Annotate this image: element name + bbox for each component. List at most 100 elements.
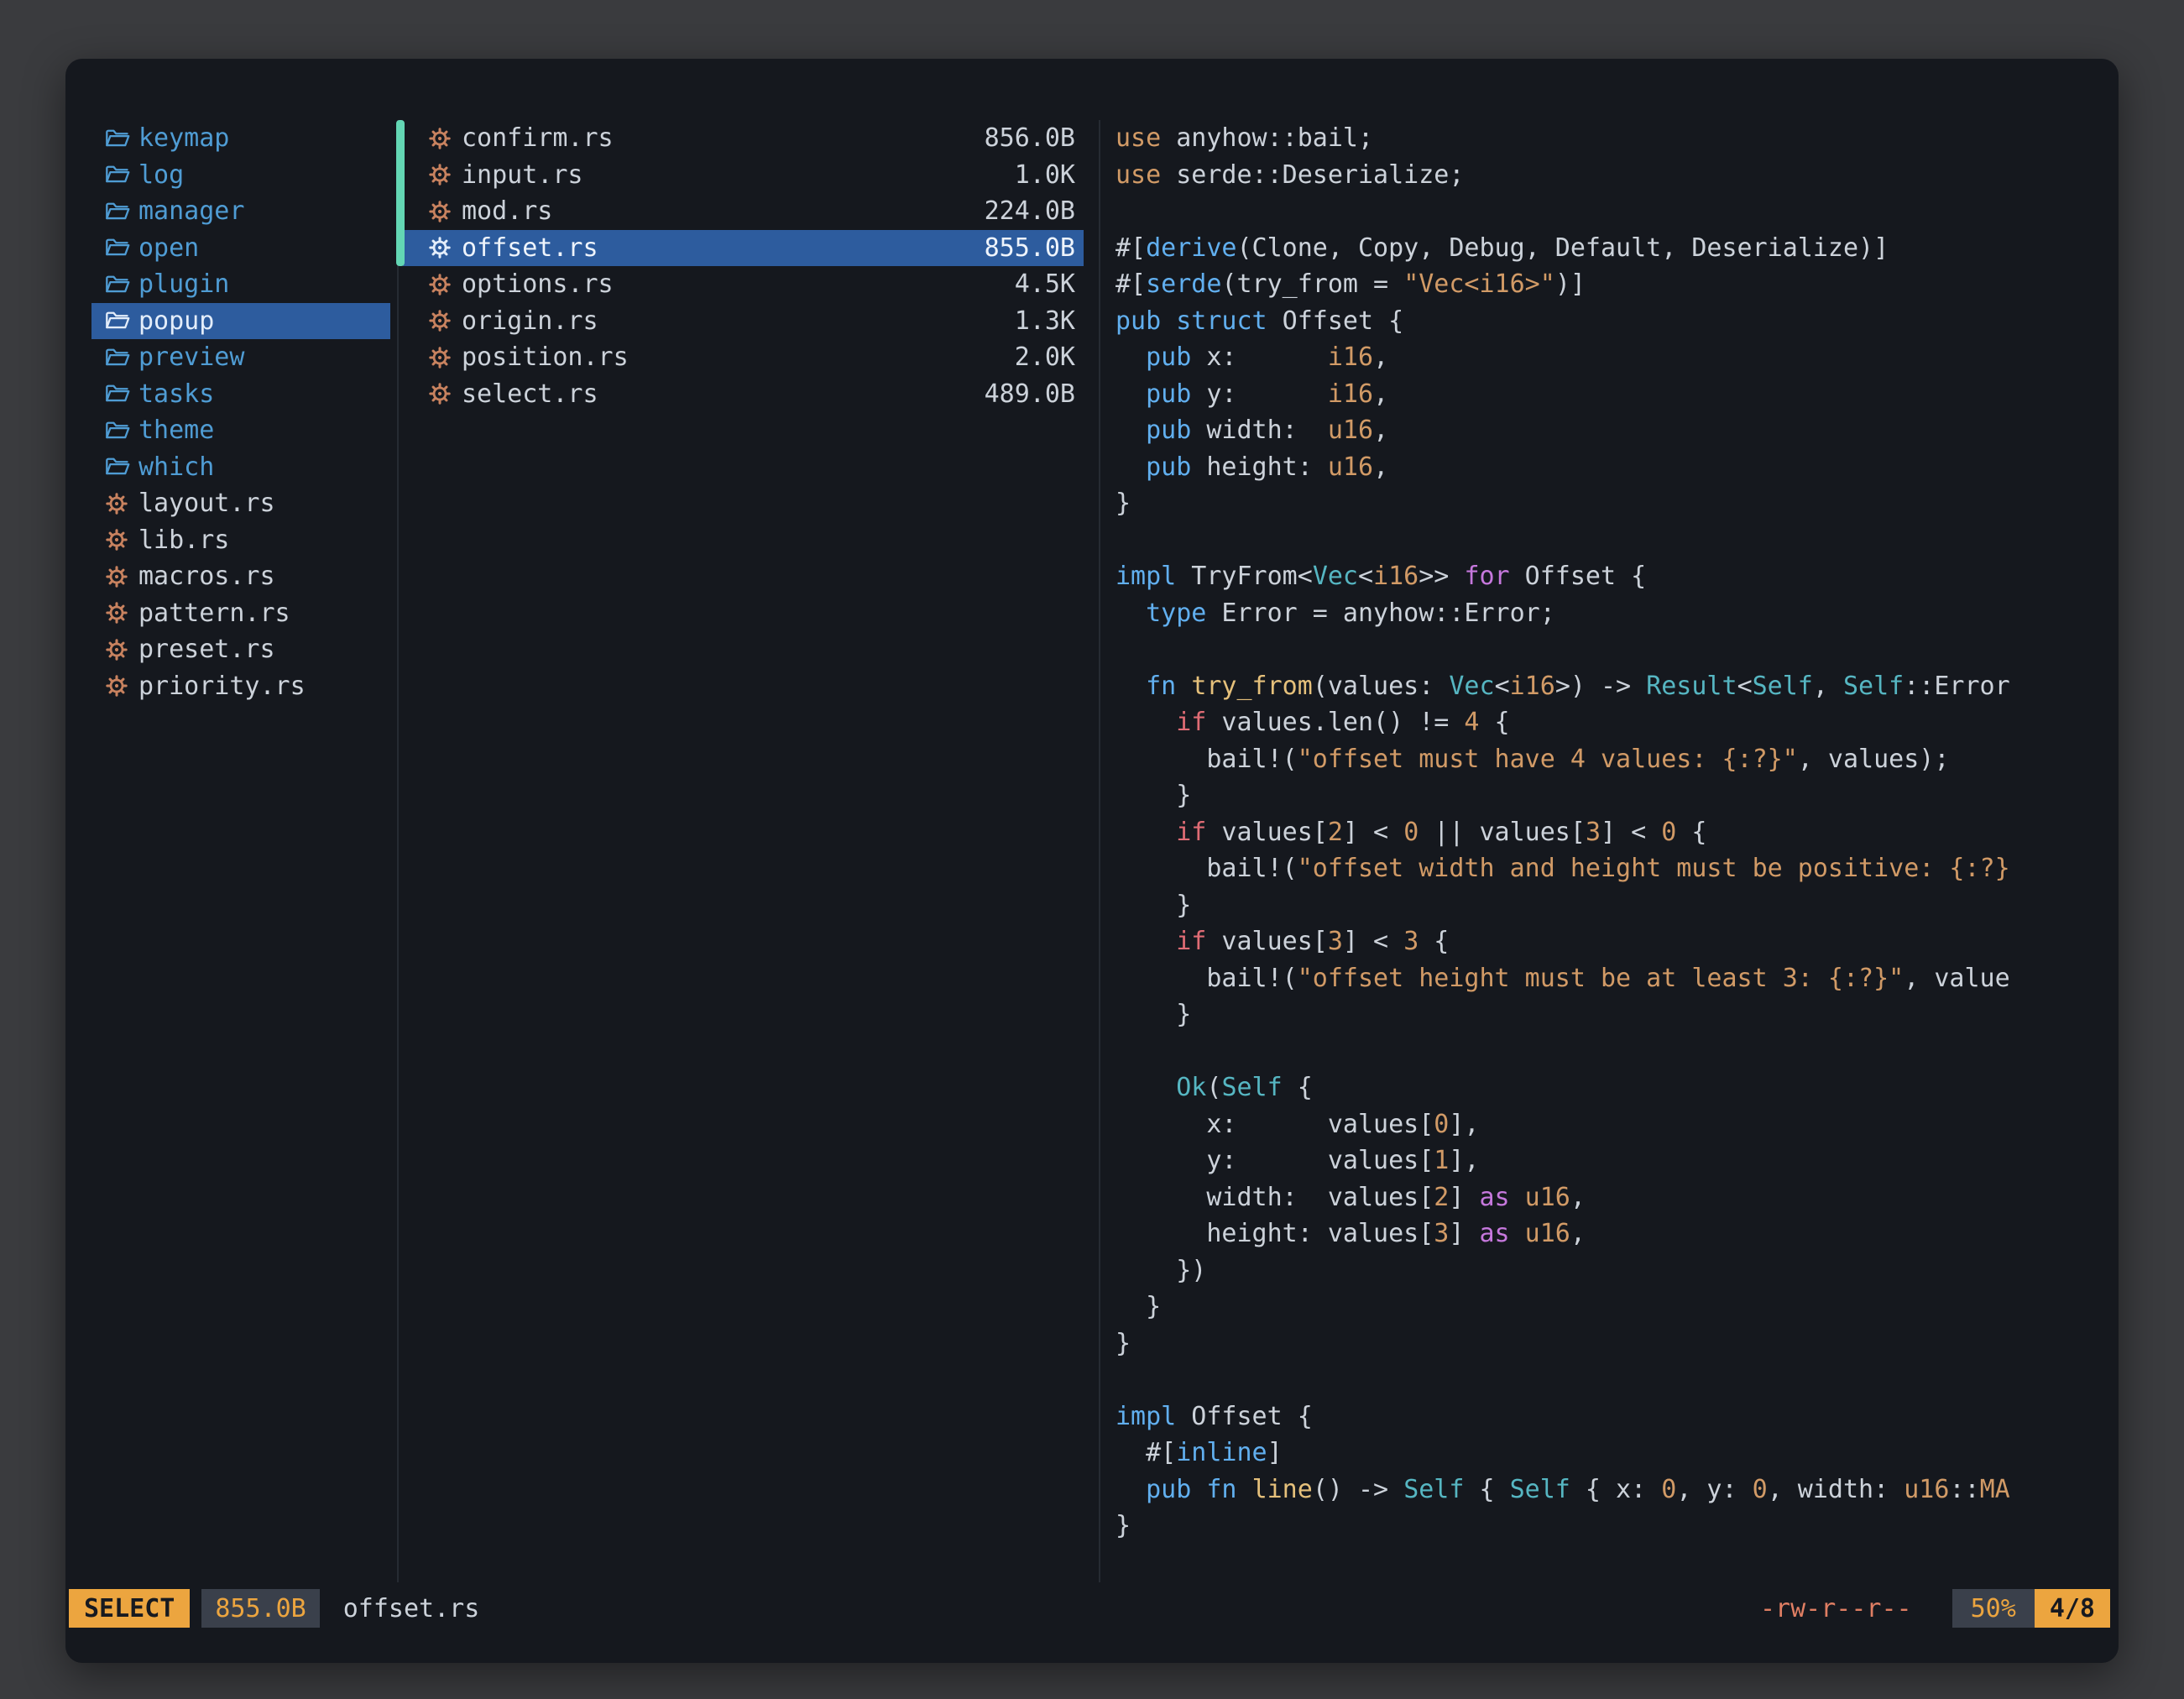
code-line	[1116, 522, 2108, 559]
folder-icon	[105, 383, 138, 405]
parent-item-lib.rs[interactable]: lib.rs	[91, 522, 390, 559]
rust-file-icon	[428, 309, 462, 332]
code-line: x: values[0],	[1116, 1106, 2108, 1143]
parent-item-preset.rs[interactable]: preset.rs	[91, 631, 390, 668]
parent-item-label: preset.rs	[138, 635, 275, 664]
file-row-position.rs[interactable]: position.rs 2.0K	[403, 339, 1084, 376]
file-row-mod.rs[interactable]: mod.rs224.0B	[403, 193, 1084, 230]
file-name: position.rs	[462, 342, 629, 372]
parent-item-label: layout.rs	[138, 489, 275, 518]
code-line: bail!("offset height must be at least 3:…	[1116, 960, 2108, 997]
folder-icon	[105, 274, 138, 295]
code-line: y: values[1],	[1116, 1142, 2108, 1179]
folder-icon	[105, 310, 138, 332]
parent-item-label: open	[138, 233, 199, 263]
rust-file-icon	[105, 492, 138, 515]
code-line: }	[1116, 777, 2108, 814]
parent-item-plugin[interactable]: plugin	[91, 266, 390, 303]
code-line: if values[3] < 3 {	[1116, 923, 2108, 960]
file-name: confirm.rs	[462, 123, 614, 153]
file-size: 224.0B	[985, 196, 1075, 226]
parent-item-theme[interactable]: theme	[91, 412, 390, 449]
folder-icon	[105, 164, 138, 186]
file-row-options.rs[interactable]: options.rs 4.5K	[403, 266, 1084, 303]
file-list-scrollbar[interactable]	[396, 120, 405, 266]
cursor-position-badge: 4/8	[2035, 1589, 2110, 1628]
parent-item-popup[interactable]: popup	[91, 303, 390, 340]
file-row-select.rs[interactable]: select.rs 489.0B	[403, 376, 1084, 413]
parent-item-pattern.rs[interactable]: pattern.rs	[91, 595, 390, 632]
code-line: }	[1116, 887, 2108, 924]
code-line	[1116, 1362, 2108, 1398]
code-line: Ok(Self {	[1116, 1069, 2108, 1106]
rust-file-icon	[105, 528, 138, 552]
parent-item-label: lib.rs	[138, 525, 229, 555]
parent-item-log[interactable]: log	[91, 157, 390, 194]
code-line: pub struct Offset {	[1116, 303, 2108, 340]
parent-item-label: popup	[138, 306, 214, 336]
code-line: bail!("offset width and height must be p…	[1116, 850, 2108, 887]
code-line: pub width: u16,	[1116, 412, 2108, 449]
folder-icon	[105, 347, 138, 369]
code-line: use anyhow::bail;	[1116, 120, 2108, 157]
file-size: 2.0K	[1015, 342, 1075, 372]
code-line	[1116, 631, 2108, 668]
parent-item-macros.rs[interactable]: macros.rs	[91, 558, 390, 595]
code-line: #[serde(try_from = "Vec<i16>")]	[1116, 266, 2108, 303]
file-row-offset.rs[interactable]: offset.rs 855.0B	[403, 230, 1084, 267]
file-size: 856.0B	[985, 123, 1075, 153]
mode-badge: SELECT	[69, 1589, 190, 1628]
file-row-origin.rs[interactable]: origin.rs 1.3K	[403, 303, 1084, 340]
parent-item-which[interactable]: which	[91, 449, 390, 486]
code-line: pub y: i16,	[1116, 376, 2108, 413]
rust-file-icon	[428, 346, 462, 369]
parent-item-label: manager	[138, 196, 244, 226]
code-line: fn try_from(values: Vec<i16>) -> Result<…	[1116, 668, 2108, 705]
file-row-input.rs[interactable]: input.rs1.0K	[403, 157, 1084, 194]
terminal-window: keymap log manager open plugin popup pre…	[65, 59, 2119, 1663]
rust-file-icon	[105, 565, 138, 588]
file-size: 4.5K	[1015, 269, 1075, 299]
parent-item-label: pattern.rs	[138, 599, 290, 628]
parent-item-open[interactable]: open	[91, 230, 390, 267]
code-line: height: values[3] as u16,	[1116, 1215, 2108, 1252]
code-line: use serde::Deserialize;	[1116, 157, 2108, 194]
parent-item-label: tasks	[138, 379, 214, 409]
parent-item-preview[interactable]: preview	[91, 339, 390, 376]
rust-file-icon	[105, 601, 138, 625]
code-preview: use anyhow::bail;use serde::Deserialize;…	[1116, 120, 2108, 1545]
rust-file-icon	[428, 382, 462, 405]
scroll-percent-badge: 50%	[1952, 1589, 2035, 1628]
code-preview-pane[interactable]: use anyhow::bail;use serde::Deserialize;…	[1116, 120, 2108, 1571]
code-line: }	[1116, 1289, 2108, 1325]
file-size: 489.0B	[985, 379, 1075, 409]
code-line: width: values[2] as u16,	[1116, 1179, 2108, 1216]
parent-item-label: which	[138, 452, 214, 482]
code-line: pub x: i16,	[1116, 339, 2108, 376]
status-bar: SELECT 855.0B offset.rs -rw-r--r-- 50% 4…	[69, 1589, 2110, 1628]
folder-icon	[105, 456, 138, 478]
rust-file-icon	[428, 273, 462, 296]
file-name: select.rs	[462, 379, 598, 409]
file-size: 855.0B	[985, 233, 1075, 263]
parent-item-keymap[interactable]: keymap	[91, 120, 390, 157]
file-size: 1.3K	[1015, 306, 1075, 336]
file-size-badge: 855.0B	[201, 1589, 319, 1628]
code-line: impl TryFrom<Vec<i16>> for Offset {	[1116, 558, 2108, 595]
file-name: offset.rs	[462, 233, 598, 263]
parent-item-manager[interactable]: manager	[91, 193, 390, 230]
parent-directory-column: keymap log manager open plugin popup pre…	[91, 120, 390, 704]
code-line: #[inline]	[1116, 1435, 2108, 1472]
file-name: input.rs	[462, 160, 583, 190]
parent-item-priority.rs[interactable]: priority.rs	[91, 668, 390, 705]
file-row-confirm.rs[interactable]: confirm.rs 856.0B	[403, 120, 1084, 157]
parent-item-label: plugin	[138, 269, 229, 299]
code-line: bail!("offset must have 4 values: {:?}",…	[1116, 741, 2108, 778]
parent-item-tasks[interactable]: tasks	[91, 376, 390, 413]
file-name: options.rs	[462, 269, 614, 299]
folder-icon	[105, 128, 138, 149]
parent-item-layout.rs[interactable]: layout.rs	[91, 485, 390, 522]
folder-icon	[105, 237, 138, 259]
parent-item-label: priority.rs	[138, 672, 306, 701]
file-name: origin.rs	[462, 306, 598, 336]
